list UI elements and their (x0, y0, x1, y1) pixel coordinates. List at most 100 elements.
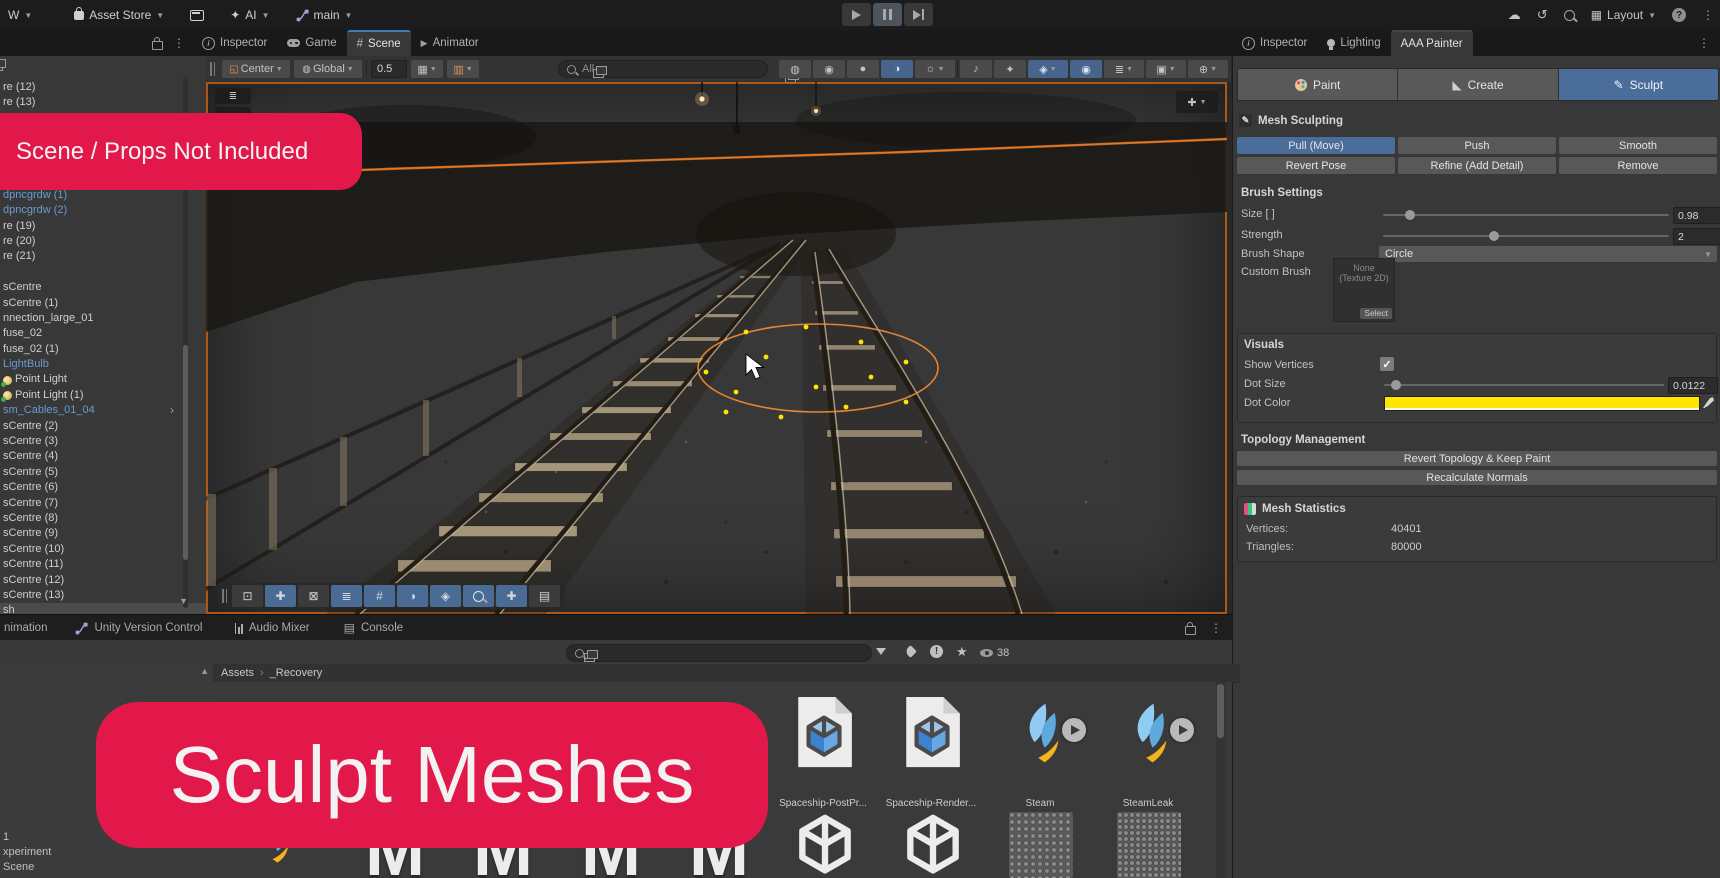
filter-by-label-icon[interactable] (906, 647, 915, 659)
hierarchy-item[interactable]: fuse_02 › (0, 326, 206, 341)
menu-ai[interactable]: ✦ AI▼ (224, 0, 275, 30)
layers-dropdown[interactable]: ◈▼ (1028, 60, 1068, 78)
play-button[interactable] (842, 3, 871, 26)
hierarchy-item[interactable]: sCentre (11) › (0, 557, 206, 572)
hierarchy-item[interactable]: dpncgrdw (2) › (0, 203, 206, 218)
transform-tool-button[interactable]: ✚ (496, 585, 527, 607)
hierarchy-item[interactable]: sh › (0, 603, 206, 614)
hierarchy-item[interactable]: sCentre (6) › (0, 480, 206, 495)
size-slider-thumb[interactable] (1405, 210, 1415, 220)
size-value-field[interactable]: 0.98 (1673, 207, 1720, 224)
brush-shape-dropdown[interactable]: Circle▼ (1379, 246, 1717, 262)
strength-slider-thumb[interactable] (1489, 231, 1499, 241)
asset-steamleak[interactable]: SteamLeak (1094, 694, 1202, 764)
hierarchy-item[interactable]: › (0, 265, 206, 280)
sphere-brush-button[interactable]: ◑ (397, 585, 428, 607)
grid-snap-size-field[interactable]: 0.5 (371, 60, 407, 78)
lock-icon[interactable] (1185, 626, 1196, 635)
tab-console[interactable]: ▤ Console (340, 615, 408, 641)
play-preview-badge[interactable] (1062, 718, 1086, 742)
size-slider[interactable] (1383, 214, 1669, 216)
hierarchy-kebab-menu-icon[interactable]: ⋮ (173, 36, 185, 50)
tab-unity-version-control[interactable]: Unity Version Control (71, 615, 206, 641)
scroll-down-arrow-icon[interactable]: ▼ (179, 596, 188, 606)
sculpt-mode-button[interactable]: ✎Sculpt (1559, 69, 1718, 100)
project-search-field[interactable] (566, 644, 872, 662)
mesh-layers-button[interactable]: ◈ (430, 585, 461, 607)
tab-animator[interactable]: ▶Animator (411, 30, 489, 56)
shading-solid-icon[interactable]: ● (847, 60, 879, 78)
menu-asset-store[interactable]: Asset Store▼ (68, 0, 170, 30)
revert-topology-button[interactable]: Revert Topology & Keep Paint (1237, 451, 1717, 466)
breadcrumb-recovery[interactable]: _Recovery (270, 667, 323, 679)
custom-brush-object-field[interactable]: None (Texture 2D) Select (1333, 258, 1395, 322)
eyedropper-icon[interactable] (1703, 397, 1714, 408)
cutout-tool-button[interactable]: ⊠ (298, 585, 329, 607)
hierarchy-item[interactable]: dpncgrdw (1) › (0, 188, 206, 203)
tool-smooth-button[interactable]: Smooth (1559, 137, 1717, 154)
step-button[interactable] (904, 3, 933, 26)
dot-size-slider[interactable] (1384, 384, 1664, 386)
breadcrumb-assets[interactable]: Assets (221, 667, 254, 679)
hierarchy-item[interactable]: sCentre (8) › (0, 511, 206, 526)
chevron-right-icon[interactable]: › (170, 403, 174, 418)
package-manager-button[interactable] (184, 0, 210, 30)
scene-search-field[interactable]: All (558, 60, 768, 78)
hierarchy-item[interactable]: LightBulb › (0, 357, 206, 372)
dot-size-value-field[interactable]: 0.0122 (1668, 377, 1718, 394)
tool-revert-pose-button[interactable]: Revert Pose (1237, 157, 1395, 174)
project-scrollbar-thumb[interactable] (1217, 684, 1224, 738)
tab-inspector-center[interactable]: iInspector (192, 30, 277, 56)
snap-settings-dropdown[interactable]: ▥▼ (447, 60, 479, 78)
tool-refine-button[interactable]: Refine (Add Detail) (1398, 157, 1556, 174)
panel-kebab-menu-icon[interactable]: ⋮ (1698, 36, 1710, 56)
kebab-menu-icon[interactable]: ⋮ (1210, 621, 1222, 635)
tool-remove-button[interactable]: Remove (1559, 157, 1717, 174)
toolbar-drag-handle[interactable] (210, 62, 215, 76)
view-2d-toggle-icon[interactable]: ◑ (881, 60, 913, 78)
asset-spaceship-render[interactable]: Steam Spaceship-Render... (877, 694, 985, 770)
dot-size-slider-thumb[interactable] (1391, 380, 1401, 390)
asset-texture-tile[interactable] (1009, 812, 1073, 878)
asset-steam[interactable]: Steam (986, 694, 1094, 764)
paint-mode-button[interactable]: Paint (1238, 69, 1397, 100)
tab-lighting[interactable]: Lighting (1317, 30, 1390, 56)
hierarchy-item[interactable]: nnection_large_01 › (0, 311, 206, 326)
grid-visibility-dropdown[interactable]: ▦▼ (411, 60, 443, 78)
show-vertices-checkbox[interactable]: ✓ (1380, 357, 1394, 371)
hierarchy-item[interactable]: sCentre (13) › (0, 588, 206, 603)
tool-pull-move-button[interactable]: Pull (Move) (1237, 137, 1395, 154)
cloud-icon[interactable]: ☁ (1508, 7, 1521, 23)
overlay-drag-handle[interactable] (222, 589, 227, 603)
folder-item[interactable]: Scene (0, 860, 213, 875)
view-gizmo-button[interactable]: ✚▼ (1176, 91, 1218, 113)
create-mode-button[interactable]: ◣Create (1398, 69, 1557, 100)
hierarchy-item[interactable]: sCentre (3) › (0, 434, 206, 449)
shading-wireframe-icon[interactable]: ◍ (779, 60, 811, 78)
scroll-up-arrow-icon[interactable]: ▲ (200, 666, 209, 676)
lock-icon[interactable] (152, 41, 163, 50)
hierarchy-item[interactable]: re (21) › (0, 249, 206, 264)
hierarchy-item[interactable]: fuse_02 (1) › (0, 342, 206, 357)
hidden-count-toggle[interactable]: 38 (980, 647, 1009, 659)
maximize-window-icon[interactable] (0, 62, 3, 71)
tab-animation[interactable]: nimation (0, 615, 51, 641)
filter-by-type-icon[interactable] (876, 646, 886, 658)
gizmos-dropdown[interactable]: ⊕▼ (1188, 60, 1228, 78)
history-icon[interactable]: ↺ (1537, 7, 1548, 23)
audio-mute-icon[interactable]: ♪ (960, 60, 992, 78)
hierarchy-item[interactable]: sCentre (4) › (0, 449, 206, 464)
asset-spaceship-postprocess[interactable]: Spaceship-PostPr... (769, 694, 877, 770)
hierarchy-item[interactable]: sCentre (1) › (0, 296, 206, 311)
move-tool-button[interactable]: ✚ (265, 585, 296, 607)
favorites-star-icon[interactable]: ★ (956, 644, 968, 660)
zoom-tool-button[interactable] (463, 585, 494, 607)
hierarchy-item[interactable]: sm_Cables_01_04 › (0, 403, 206, 418)
asset-unity-logo[interactable] (796, 812, 854, 878)
asset-texture-tile[interactable] (1117, 812, 1181, 878)
strength-slider[interactable] (1383, 235, 1669, 237)
clipboard-tool-button[interactable]: ▤ (529, 585, 560, 607)
scene-visibility-eye-icon[interactable]: ◉ (1070, 60, 1102, 78)
dot-color-swatch[interactable] (1384, 396, 1700, 411)
camera-dropdown[interactable]: ▣▼ (1146, 60, 1186, 78)
